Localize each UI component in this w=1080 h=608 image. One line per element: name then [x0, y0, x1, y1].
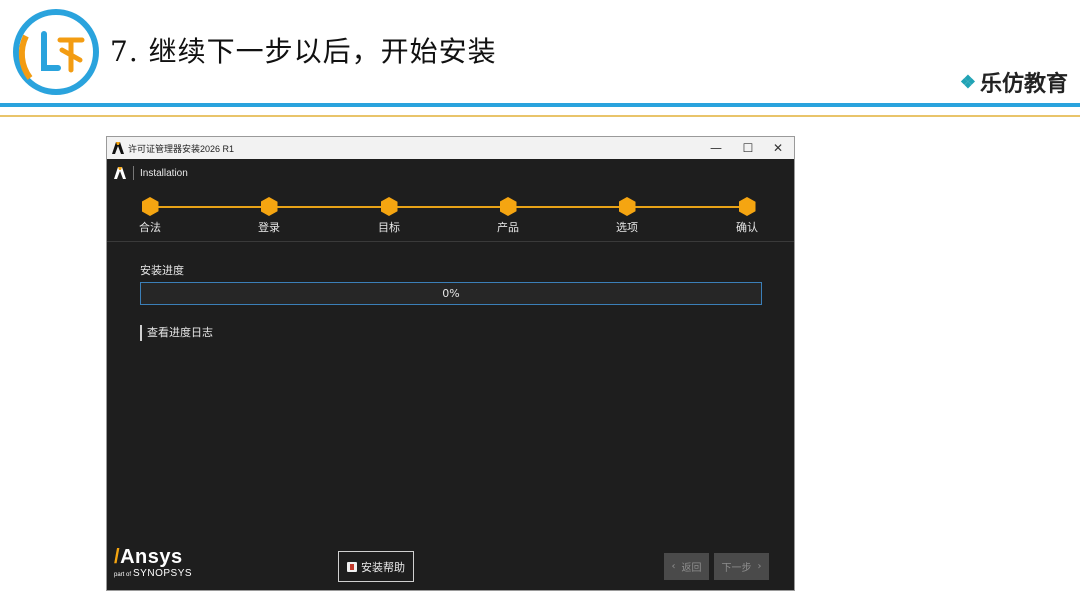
- close-button[interactable]: ✕: [762, 137, 794, 159]
- step-label: 确认: [736, 221, 758, 234]
- chevron-right-icon: ›: [757, 561, 762, 572]
- chevron-left-icon: ‹: [671, 561, 676, 572]
- step-label: 选项: [616, 221, 638, 234]
- step-hexagon-icon: [141, 197, 159, 216]
- step-target[interactable]: 目标: [359, 197, 419, 235]
- step-label: 合法: [139, 221, 161, 234]
- step-hexagon-icon: [738, 197, 756, 216]
- step-options[interactable]: 选项: [597, 197, 657, 235]
- brand-text: 乐仿教育: [979, 71, 1068, 97]
- installer-header-title: Installation: [140, 167, 188, 179]
- header-divider-gold: [0, 115, 1080, 117]
- company-logo: [10, 6, 106, 98]
- ansys-app-icon: [112, 142, 124, 154]
- header-separator: [133, 166, 134, 180]
- minimize-button[interactable]: —: [700, 137, 732, 159]
- ansys-synopsys-logo: /Ansys part of SYNOPSYS: [114, 547, 192, 582]
- installer-window: 许可证管理器安装2026 R1 — ☐ ✕ Installation 合法 登录…: [106, 136, 795, 591]
- progress-percent: 0%: [442, 287, 460, 300]
- ansys-wordmark: /Ansys: [114, 546, 183, 568]
- install-help-button[interactable]: 安装帮助: [338, 551, 414, 582]
- step-hexagon-icon: [380, 197, 398, 216]
- help-book-icon: [347, 561, 357, 572]
- window-titlebar[interactable]: 许可证管理器安装2026 R1 — ☐ ✕: [107, 137, 794, 159]
- header-divider-blue: [0, 103, 1080, 107]
- step-hexagon-icon: [618, 197, 636, 216]
- progress-label: 安装进度: [140, 264, 184, 277]
- next-button[interactable]: 下一步 ›: [714, 553, 769, 580]
- maximize-button[interactable]: ☐: [732, 137, 764, 159]
- step-login[interactable]: 登录: [239, 197, 299, 235]
- step-hexagon-icon: [260, 197, 278, 216]
- install-progress-bar: 0%: [140, 282, 762, 305]
- brand-name: ❖ 乐仿教育: [960, 66, 1068, 98]
- step-hexagon-icon: [499, 197, 517, 216]
- install-stepper: 合法 登录 目标 产品 选项 确认: [107, 195, 794, 241]
- stepper-divider: [107, 241, 794, 242]
- back-button-label: 返回: [681, 563, 702, 574]
- window-title: 许可证管理器安装2026 R1: [128, 143, 235, 154]
- synopsys-wordmark: part of SYNOPSYS: [114, 568, 193, 579]
- installer-header: Installation: [107, 159, 794, 187]
- step-legal[interactable]: 合法: [120, 197, 180, 235]
- help-button-label: 安装帮助: [361, 560, 405, 574]
- back-button[interactable]: ‹ 返回: [664, 553, 709, 580]
- step-confirm[interactable]: 确认: [717, 197, 777, 235]
- step-product[interactable]: 产品: [478, 197, 538, 235]
- view-progress-log-link[interactable]: 查看进度日志: [140, 325, 213, 341]
- ansys-logo-icon: [114, 167, 126, 179]
- step-label: 产品: [497, 221, 519, 234]
- step-label: 目标: [378, 221, 400, 234]
- step-label: 登录: [258, 221, 280, 234]
- diamond-cluster-icon: ❖: [959, 71, 976, 93]
- next-button-label: 下一步: [721, 563, 752, 574]
- slide-title: 7. 继续下一步以后，开始安装: [110, 35, 497, 68]
